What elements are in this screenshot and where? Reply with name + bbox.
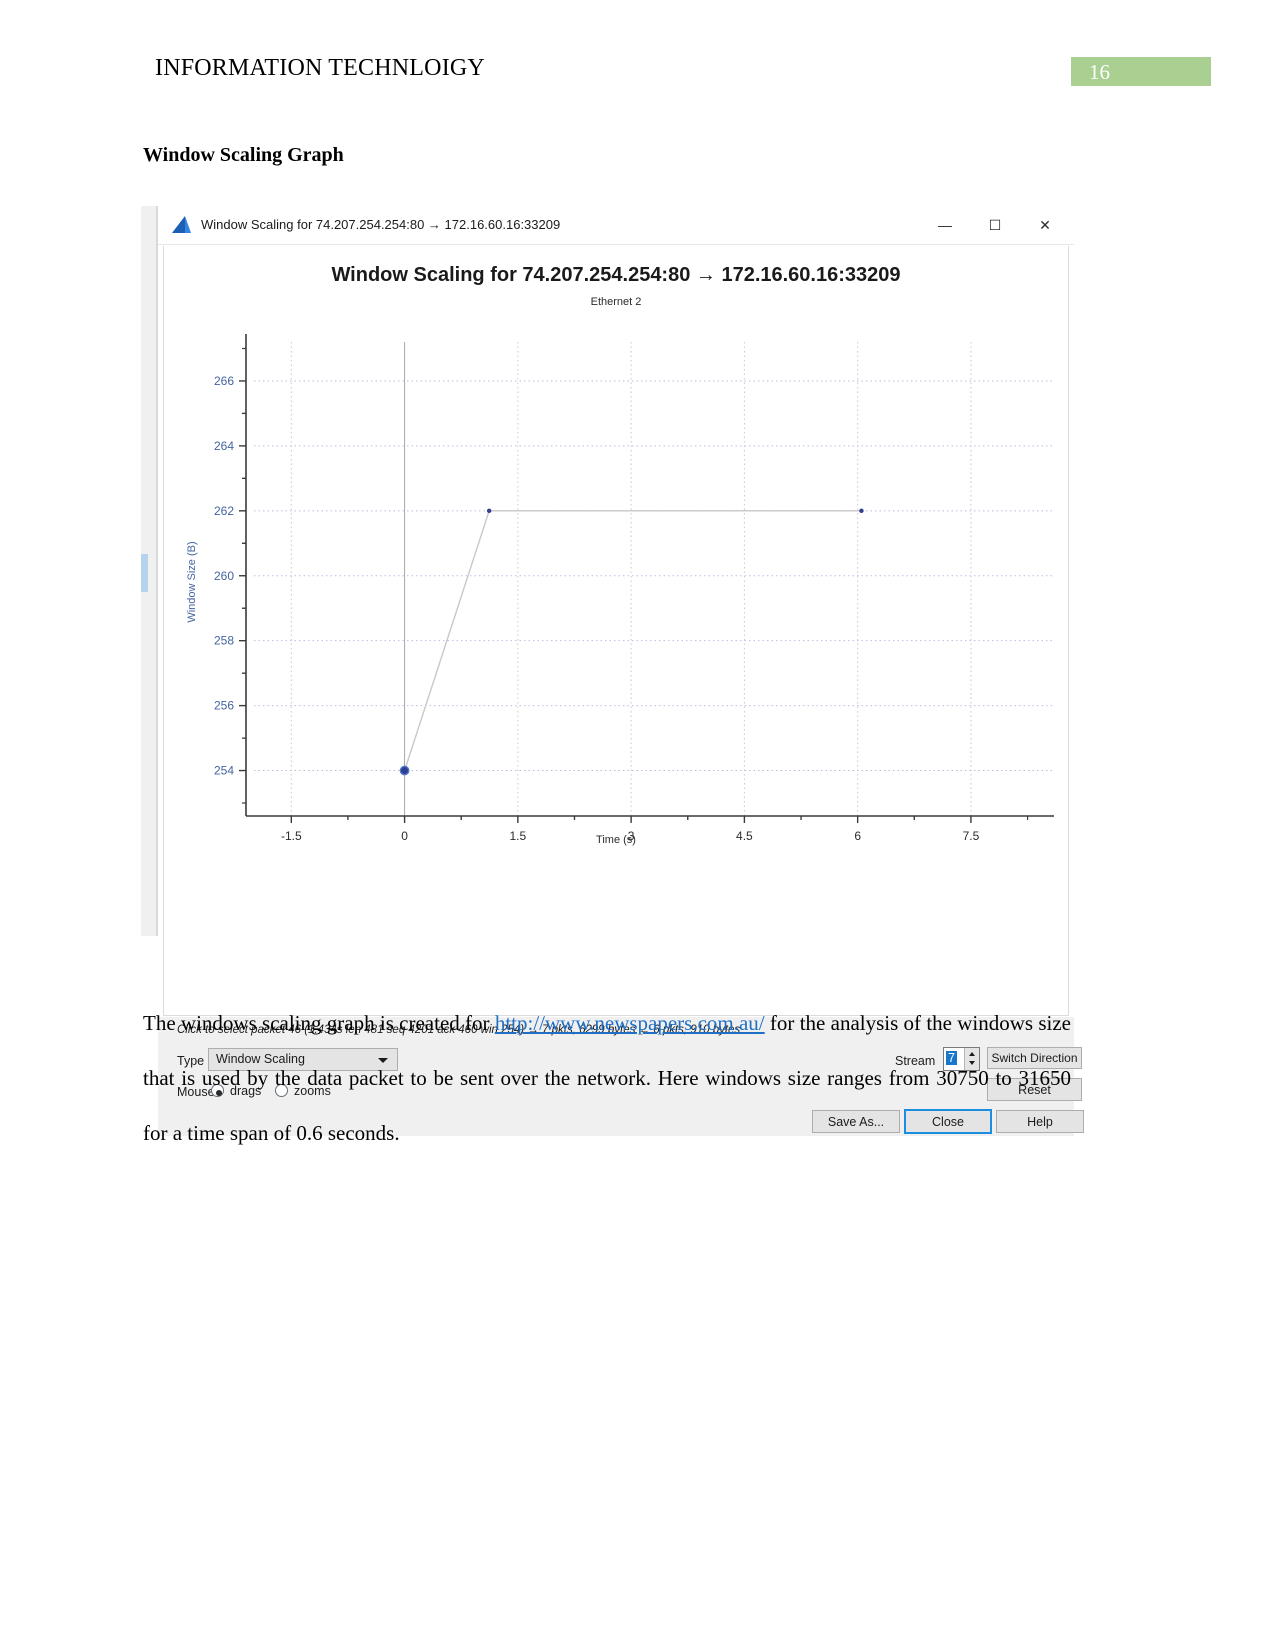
minimize-button[interactable]: — — [922, 206, 968, 244]
titlebar: Window Scaling for 74.207.254.254:80 → 1… — [158, 206, 1074, 245]
x-axis-label: Time (s) — [596, 834, 636, 846]
svg-text:262: 262 — [214, 504, 234, 518]
maximize-icon: ☐ — [988, 216, 1002, 233]
titlebar-title: Window Scaling for 74.207.254.254:80 → 1… — [201, 217, 561, 232]
background-selection-highlight — [141, 554, 148, 592]
body-paragraph: The windows scaling graph is created for… — [143, 996, 1071, 1161]
paragraph-text-before: The windows scaling graph is created for — [143, 1011, 495, 1035]
document-header: INFORMATION TECHNLOIGY 16 — [0, 0, 1275, 110]
close-icon: ✕ — [1039, 216, 1051, 233]
minimize-icon: — — [938, 217, 952, 233]
svg-text:258: 258 — [214, 634, 234, 648]
newspapers-link[interactable]: http://www.newspapers.com.au/ — [495, 1011, 765, 1035]
close-window-button[interactable]: ✕ — [1022, 206, 1068, 244]
section-heading: Window Scaling Graph — [143, 144, 344, 166]
svg-text:266: 266 — [214, 374, 234, 388]
page-number-badge: 16 — [1071, 57, 1211, 86]
svg-text:256: 256 — [214, 699, 234, 713]
background-window-edge — [156, 206, 158, 936]
header-title: INFORMATION TECHNLOIGY — [155, 55, 485, 81]
y-axis-label: Window Size (B) — [186, 541, 198, 623]
chart-svg: 254256258260262264266-1.5 0 1.5 3 4.5 6 7.5 — [214, 334, 1054, 843]
maximize-button[interactable]: ☐ — [972, 206, 1018, 244]
svg-text:264: 264 — [214, 439, 234, 453]
chart-plot-area[interactable]: Window Scaling for 74.207.254.254:80 → 1… — [163, 246, 1069, 1016]
svg-text:254: 254 — [214, 764, 234, 778]
page-number: 16 — [1089, 60, 1110, 84]
wireshark-fin-icon — [171, 216, 193, 234]
svg-text:260: 260 — [214, 569, 234, 583]
wireshark-window-screenshot: Window Scaling for 74.207.254.254:80 → 1… — [141, 206, 1084, 1136]
